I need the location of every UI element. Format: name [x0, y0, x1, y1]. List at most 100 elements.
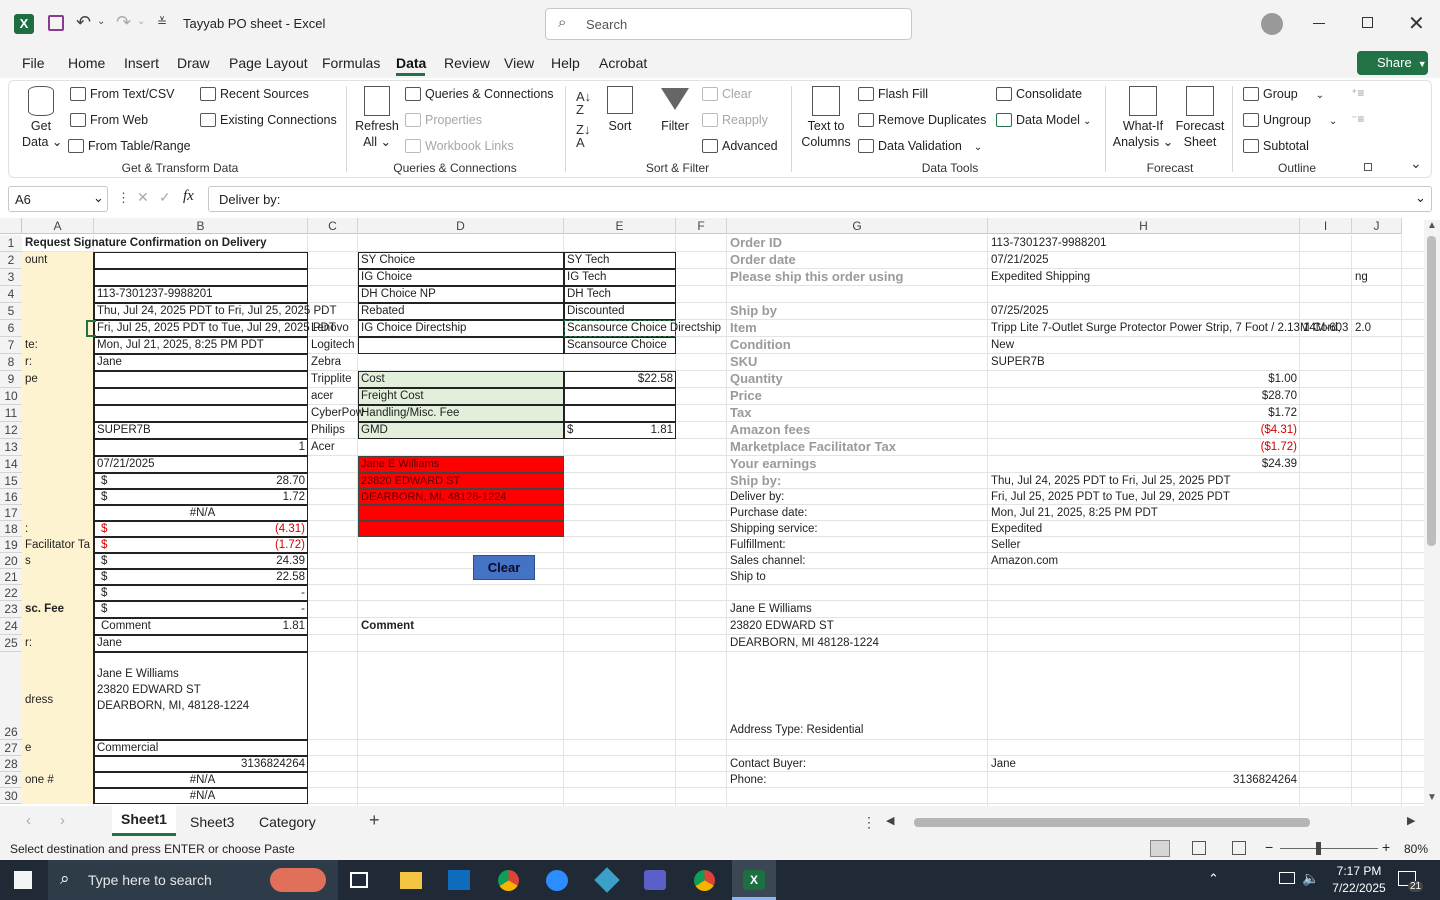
scroll-up-icon[interactable]: ▲: [1427, 220, 1437, 231]
row-header-9[interactable]: 9: [0, 371, 22, 388]
cell-d15b[interactable]: 23820 EDWARD ST: [358, 473, 564, 489]
add-sheet-icon[interactable]: +: [369, 810, 380, 831]
clear-button[interactable]: Clear: [473, 555, 535, 580]
row-header-13[interactable]: 13: [0, 439, 22, 456]
sheet-tab-category[interactable]: Category: [259, 814, 316, 830]
show-detail-icon[interactable]: ⁺≡: [1351, 86, 1364, 100]
cell-h15[interactable]: Thu, Jul 24, 2025 PDT to Fri, Jul 25, 20…: [988, 473, 1300, 489]
cell-b12[interactable]: SUPER7B: [94, 422, 308, 438]
cell-b26b[interactable]: 23820 EDWARD ST: [94, 682, 308, 698]
cell-a1[interactable]: Request Signature Confirmation on Delive…: [22, 235, 267, 251]
row-header-5[interactable]: 5: [0, 303, 22, 320]
cell-g12[interactable]: Amazon fees: [727, 422, 988, 438]
cell-b13[interactable]: 1: [94, 439, 308, 455]
share-button[interactable]: Share ▼: [1357, 51, 1428, 75]
cell-b4[interactable]: 113-7301237-9988201: [94, 286, 308, 302]
vertical-scrollbar[interactable]: ▲ ▼: [1424, 220, 1440, 806]
row-header-7[interactable]: 7: [0, 337, 22, 354]
cell-h7[interactable]: New: [988, 337, 1300, 353]
row-header-10[interactable]: 10: [0, 388, 22, 405]
cell-g17[interactable]: Purchase date:: [727, 505, 988, 521]
teams-icon[interactable]: [644, 870, 666, 890]
filter-button[interactable]: Filter: [657, 86, 693, 134]
cell-c7[interactable]: Logitech: [308, 337, 358, 353]
cell-h18[interactable]: Expedited: [988, 521, 1300, 537]
row-header-21[interactable]: 21: [0, 569, 22, 585]
worksheet-grid[interactable]: A B C D E F G H I J 1 2 3 4 5 6 7 8 9 10 11 12 13 14 15 16 17 18 19 2…: [0, 218, 1424, 806]
row-header-17[interactable]: 17: [0, 505, 22, 521]
cell-g8[interactable]: SKU: [727, 354, 988, 370]
workbook-links-button[interactable]: Workbook Links: [405, 139, 514, 153]
cell-h28[interactable]: Jane: [988, 756, 1300, 772]
cell-e12[interactable]: 1.81: [564, 422, 676, 438]
cell-b6[interactable]: Fri, Jul 25, 2025 PDT to Tue, Jul 29, 20…: [94, 320, 336, 336]
cell-g29[interactable]: Phone:: [727, 772, 988, 788]
cell-e5[interactable]: Discounted: [564, 303, 676, 319]
taskbar-search-box[interactable]: ⌕ Type here to search: [48, 860, 338, 900]
cell-c13[interactable]: Acer: [308, 439, 358, 455]
row-header-20[interactable]: 20: [0, 553, 22, 569]
outlook-icon[interactable]: [448, 870, 470, 890]
cell-g26[interactable]: Address Type: Residential: [727, 722, 988, 738]
cell-e7[interactable]: Scansource Choice: [564, 337, 676, 353]
forecast-sheet-button[interactable]: Forecast Sheet: [1174, 86, 1226, 150]
cell-c6[interactable]: Lenovo: [308, 320, 358, 336]
sheet-tab-sheet3[interactable]: Sheet3: [190, 814, 234, 830]
column-header-c[interactable]: C: [308, 218, 358, 234]
row-header-27[interactable]: 27: [0, 740, 22, 756]
tab-file[interactable]: File: [22, 55, 45, 71]
cell-a9[interactable]: pe: [22, 371, 94, 387]
redo-dropdown-icon[interactable]: ⌄: [137, 16, 145, 27]
dialog-launcher-icon[interactable]: [1364, 163, 1372, 171]
reapply-button[interactable]: Reapply: [702, 113, 768, 127]
subtotal-button[interactable]: Subtotal: [1243, 139, 1309, 153]
cell-b5[interactable]: Thu, Jul 24, 2025 PDT to Fri, Jul 25, 20…: [94, 303, 337, 319]
from-web-button[interactable]: From Web: [70, 113, 148, 127]
advanced-button[interactable]: Advanced: [702, 139, 778, 153]
cell-d16b[interactable]: DEARBORN, MI, 48128-1224: [358, 489, 564, 505]
cell-b24[interactable]: 1.81: [94, 618, 308, 634]
cell-h1[interactable]: 113-7301237-9988201: [988, 235, 1300, 251]
row-header-14[interactable]: 14: [0, 456, 22, 473]
row-header-11[interactable]: 11: [0, 405, 22, 422]
tab-acrobat[interactable]: Acrobat: [599, 55, 647, 71]
restore-icon[interactable]: [1362, 17, 1373, 28]
row-header-28[interactable]: 28: [0, 756, 22, 772]
cell-h17[interactable]: Mon, Jul 21, 2025, 8:25 PM PDT: [988, 505, 1300, 521]
name-box[interactable]: A6 ⌄: [8, 186, 108, 212]
cell-a2[interactable]: ount: [22, 252, 94, 268]
row-header-4[interactable]: 4: [0, 286, 22, 303]
from-text-csv-button[interactable]: From Text/CSV: [70, 87, 175, 101]
cell-d9[interactable]: Cost: [358, 371, 564, 387]
text-to-columns-button[interactable]: Text to Columns: [800, 86, 852, 150]
cell-b28[interactable]: 3136824264: [94, 756, 308, 772]
network-icon[interactable]: [1279, 872, 1295, 884]
cell-g10[interactable]: Price: [727, 388, 988, 404]
tab-data[interactable]: Data: [396, 55, 426, 71]
row-header-18[interactable]: 18: [0, 521, 22, 537]
data-model-button[interactable]: Data Model ⌄: [996, 113, 1091, 127]
queries-connections-button[interactable]: Queries & Connections: [405, 87, 554, 101]
sort-az-icon[interactable]: A↓ Z: [576, 90, 591, 116]
tab-view[interactable]: View: [504, 55, 534, 71]
cell-g6[interactable]: Item: [727, 320, 988, 336]
cell-d10[interactable]: Freight Cost: [358, 388, 564, 404]
cell-b15[interactable]: 28.70: [94, 473, 308, 489]
get-data-button[interactable]: Get Data ⌄: [22, 86, 62, 150]
row-header-3[interactable]: 3: [0, 269, 22, 286]
cell-h16[interactable]: Fri, Jul 25, 2025 PDT to Tue, Jul 29, 20…: [988, 489, 1300, 505]
properties-button[interactable]: Properties: [405, 113, 482, 127]
column-header-g[interactable]: G: [727, 218, 988, 234]
vertical-scroll-thumb[interactable]: [1427, 236, 1436, 546]
column-header-i[interactable]: I: [1300, 218, 1352, 234]
row-header-2[interactable]: 2: [0, 252, 22, 269]
cell-b7[interactable]: Mon, Jul 21, 2025, 8:25 PM PDT: [94, 337, 308, 353]
cell-g18[interactable]: Shipping service:: [727, 521, 988, 537]
row-header-15[interactable]: 15: [0, 473, 22, 489]
cell-g28[interactable]: Contact Buyer:: [727, 756, 988, 772]
cell-d11[interactable]: Handling/Misc. Fee: [358, 405, 564, 421]
cell-b26c[interactable]: DEARBORN, MI, 48128-1224: [94, 698, 308, 714]
sheet-tab-sheet1[interactable]: Sheet1: [112, 806, 176, 836]
cell-e6[interactable]: Scansource Choice Directship: [564, 320, 721, 336]
cell-c9[interactable]: Tripplite: [308, 371, 358, 387]
